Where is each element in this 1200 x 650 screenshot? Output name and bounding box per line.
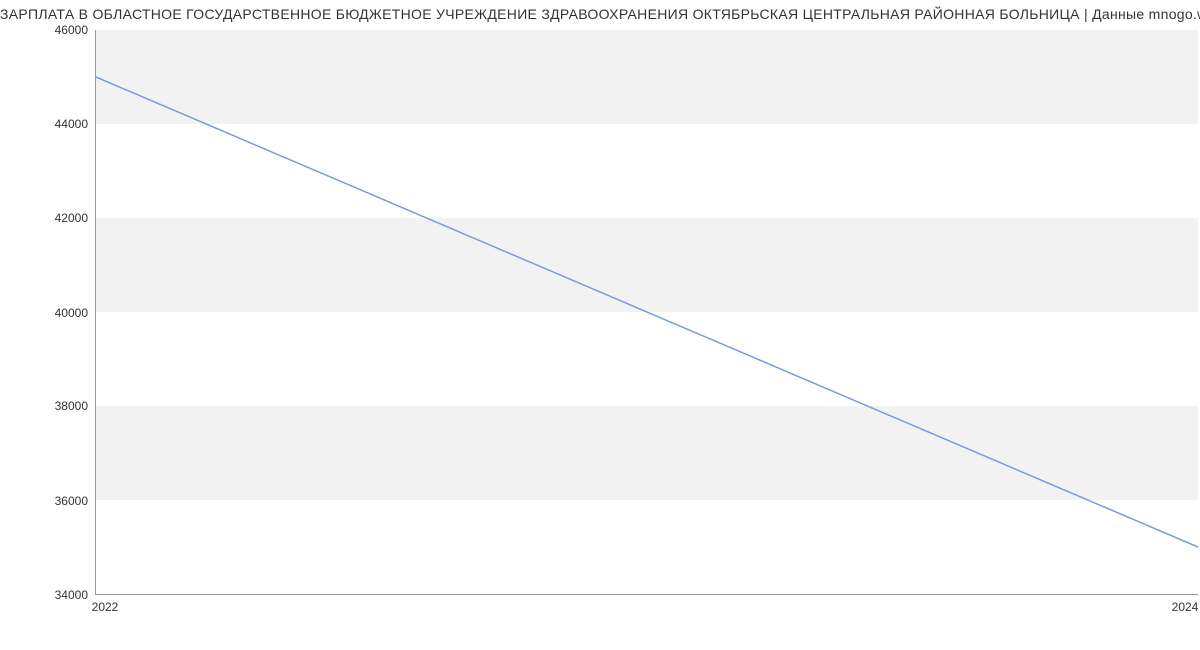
y-tick-label: 46000 (55, 23, 88, 37)
chart-title: ЗАРПЛАТА В ОБЛАСТНОЕ ГОСУДАРСТВЕННОЕ БЮД… (0, 6, 1200, 22)
y-tick-label: 40000 (55, 306, 88, 320)
chart-line (96, 30, 1198, 594)
plot-area (95, 30, 1198, 595)
y-tick-label: 42000 (55, 211, 88, 225)
y-tick-label: 34000 (55, 588, 88, 602)
y-tick-label: 44000 (55, 117, 88, 131)
x-tick-label: 2024 (1172, 600, 1199, 614)
chart-area: 46000 44000 42000 40000 38000 36000 3400… (50, 30, 1198, 620)
y-tick-label: 36000 (55, 494, 88, 508)
x-tick-label: 2022 (92, 600, 119, 614)
y-tick-label: 38000 (55, 399, 88, 413)
